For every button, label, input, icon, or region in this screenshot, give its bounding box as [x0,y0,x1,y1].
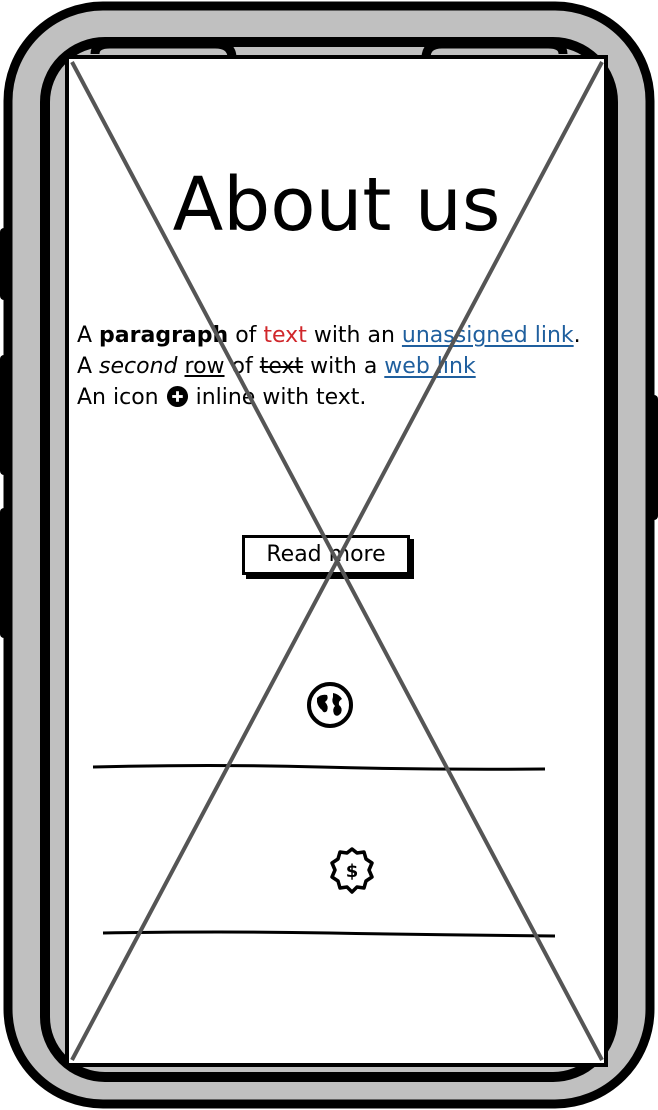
paragraph: A paragraph of text with an unassigned l… [77,320,602,413]
divider-line [102,930,556,938]
text-segment: with an [306,323,402,348]
text-segment: of [224,354,260,379]
read-more-button[interactable]: Read more [242,535,410,575]
plus-circle-icon [166,385,188,408]
underlined-text: row [184,354,225,379]
web-link[interactable]: web link [384,354,475,379]
text-segment [178,354,185,379]
text-segment: An icon [77,385,166,410]
svg-text:$: $ [346,861,359,882]
paragraph-line-3: An icon inline with text. [77,382,602,413]
text-segment: of [228,323,264,348]
text-segment: A [77,354,100,379]
red-text: text [263,323,307,348]
paragraph-line-2: A second row of text with a web link [77,351,602,382]
text-segment: A [77,323,100,348]
page-title: About us [172,162,501,248]
dollar-badge-icon: $ [330,847,374,894]
bold-text: paragraph [99,323,229,348]
text-segment: with a [303,354,385,379]
strikethrough-text: text [259,354,304,379]
italic-text: second [99,354,178,379]
text-segment: . [573,323,581,348]
text-segment: inline with text. [188,385,367,410]
unassigned-link[interactable]: unassigned link [402,323,574,348]
globe-icon [307,682,353,728]
paragraph-line-1: A paragraph of text with an unassigned l… [77,320,602,351]
divider-line [92,764,546,771]
